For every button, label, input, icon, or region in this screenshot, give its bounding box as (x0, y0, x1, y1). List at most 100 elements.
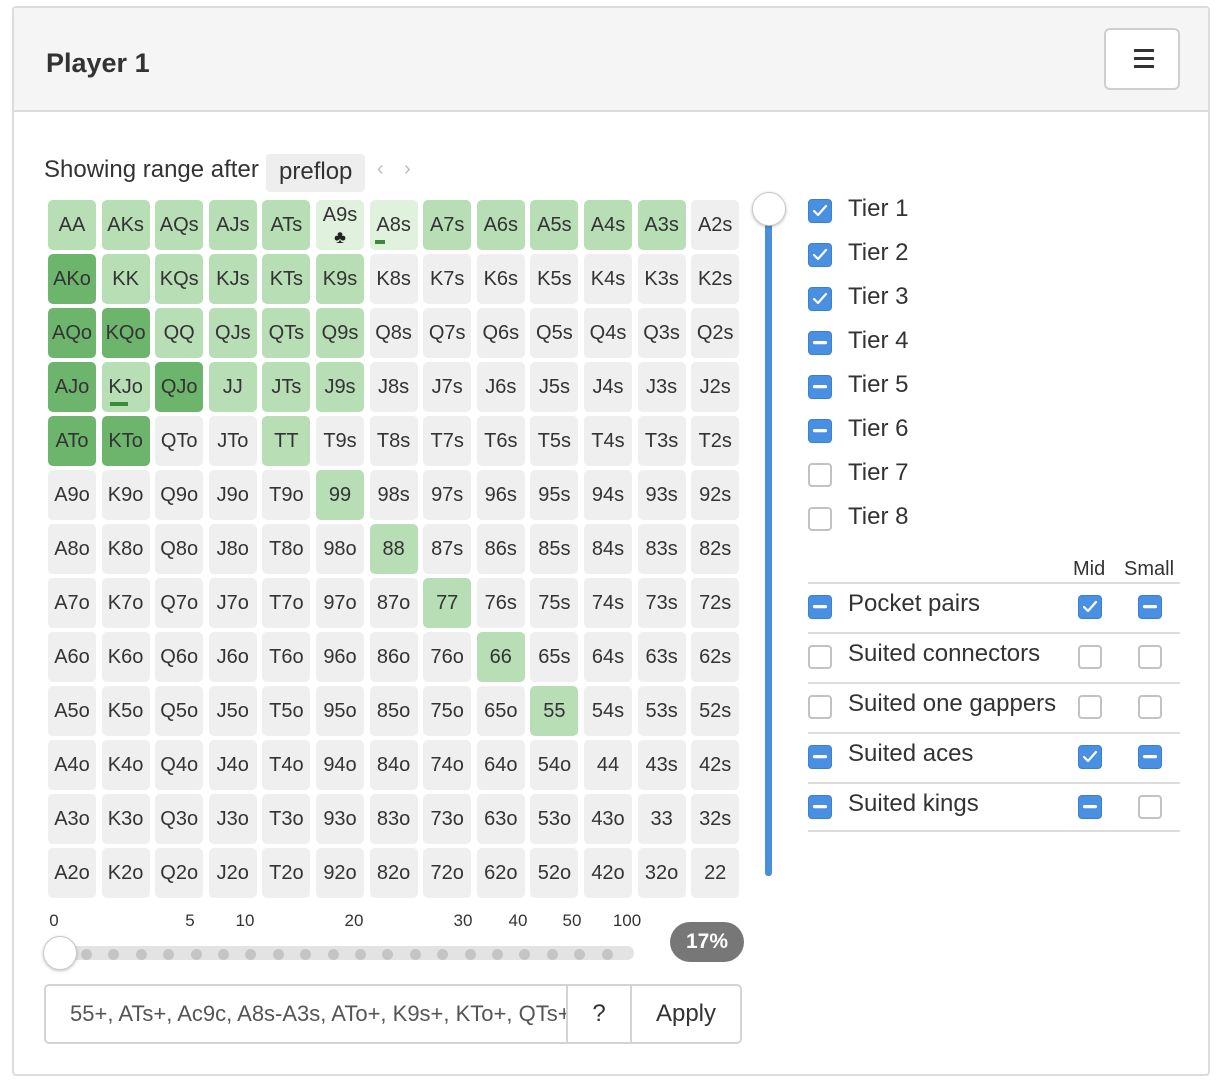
hand-cell[interactable]: Q5o (155, 686, 204, 736)
hand-group-checkbox[interactable] (808, 795, 832, 819)
hand-cell[interactable]: 22 (691, 848, 740, 898)
hand-cell[interactable]: 92o (316, 848, 364, 898)
hand-cell[interactable]: AKo (48, 254, 96, 304)
hand-cell[interactable]: 94o (316, 740, 364, 790)
apply-button[interactable]: Apply (630, 984, 742, 1044)
hand-cell[interactable]: J2s (691, 362, 740, 412)
mid-checkbox[interactable] (1078, 695, 1102, 719)
hand-cell[interactable]: T5s (530, 416, 579, 466)
hand-cell[interactable]: A2s (691, 200, 740, 250)
hand-cell[interactable]: K4s (584, 254, 632, 304)
hand-cell[interactable]: T4o (262, 740, 311, 790)
small-checkbox[interactable] (1138, 745, 1162, 769)
hand-cell[interactable]: T6s (476, 416, 525, 466)
range-text-input[interactable] (44, 984, 568, 1044)
hand-cell[interactable]: AA (48, 200, 96, 250)
hand-cell[interactable]: A3o (48, 794, 96, 844)
hand-cell[interactable]: T7o (262, 578, 311, 628)
hand-cell[interactable]: 43s (637, 740, 686, 790)
hand-cell[interactable]: A4s (584, 200, 632, 250)
hand-cell[interactable]: J3o (208, 794, 257, 844)
hand-cell[interactable]: A3s (637, 200, 686, 250)
hand-cell[interactable]: T6o (262, 632, 311, 682)
mid-checkbox[interactable] (1078, 745, 1102, 769)
hand-cell[interactable]: J2o (208, 848, 257, 898)
hand-cell[interactable]: K4o (101, 740, 150, 790)
hand-cell[interactable]: 54s (584, 686, 632, 736)
hand-cell[interactable]: 33 (637, 794, 686, 844)
hand-group-checkbox[interactable] (808, 695, 832, 719)
hand-cell[interactable]: 54o (530, 740, 579, 790)
hand-cell[interactable]: K9o (101, 470, 150, 520)
hand-cell[interactable]: A7o (48, 578, 96, 628)
help-button[interactable]: ? (566, 984, 632, 1044)
hand-cell[interactable]: K9s (316, 254, 364, 304)
hand-cell[interactable]: J9s (316, 362, 364, 412)
hand-cell[interactable]: QTs (262, 308, 311, 358)
hand-cell[interactable]: 86s (476, 524, 525, 574)
hand-cell[interactable]: A8s (369, 200, 418, 250)
hand-cell[interactable]: K2s (691, 254, 740, 304)
hand-cell[interactable]: J5o (208, 686, 257, 736)
hand-cell[interactable]: 84o (369, 740, 418, 790)
small-checkbox[interactable] (1138, 645, 1162, 669)
hand-cell[interactable]: A9o (48, 470, 96, 520)
hand-cell[interactable]: 85o (369, 686, 418, 736)
tier-checkbox[interactable] (808, 199, 832, 223)
hand-cell[interactable]: 32o (637, 848, 686, 898)
mid-checkbox[interactable] (1078, 645, 1102, 669)
hand-cell[interactable]: JTo (208, 416, 257, 466)
hand-cell[interactable]: A9s ♣ (316, 200, 364, 250)
hand-group-checkbox[interactable] (808, 645, 832, 669)
hand-cell[interactable]: T7s (423, 416, 472, 466)
hand-cell[interactable]: 93s (637, 470, 686, 520)
hand-cell[interactable]: Q3o (155, 794, 204, 844)
hand-cell[interactable]: A4o (48, 740, 96, 790)
hand-cell[interactable]: KQo (101, 308, 150, 358)
hand-cell[interactable]: J8o (208, 524, 257, 574)
hand-cell[interactable]: J7s (423, 362, 472, 412)
hand-cell[interactable]: 75s (530, 578, 579, 628)
hand-cell[interactable]: 74o (423, 740, 472, 790)
hand-cell[interactable]: AJs (208, 200, 257, 250)
tier-slider-track[interactable] (765, 206, 772, 876)
hand-cell[interactable]: 74s (584, 578, 632, 628)
hand-cell[interactable]: A6o (48, 632, 96, 682)
hand-cell[interactable]: 32s (691, 794, 740, 844)
hand-cell[interactable]: QQ (155, 308, 204, 358)
hand-cell[interactable]: 85s (530, 524, 579, 574)
hand-cell[interactable]: 96o (316, 632, 364, 682)
tier-checkbox[interactable] (808, 243, 832, 267)
hand-cell[interactable]: Q9o (155, 470, 204, 520)
chevron-right-icon[interactable]: › (404, 158, 411, 181)
small-checkbox[interactable] (1138, 795, 1162, 819)
hand-cell[interactable]: J6o (208, 632, 257, 682)
hand-cell[interactable]: J6s (476, 362, 525, 412)
hand-cell[interactable]: 63o (476, 794, 525, 844)
small-checkbox[interactable] (1138, 595, 1162, 619)
hand-cell[interactable]: 65o (476, 686, 525, 736)
hand-cell[interactable]: A5s (530, 200, 579, 250)
hand-cell[interactable]: 76o (423, 632, 472, 682)
hand-cell[interactable]: J7o (208, 578, 257, 628)
hand-cell[interactable]: 77 (423, 578, 472, 628)
hand-cell[interactable]: T8o (262, 524, 311, 574)
hand-cell[interactable]: QJo (155, 362, 204, 412)
chevron-left-icon[interactable]: ‹ (377, 158, 384, 181)
hand-cell[interactable]: KTs (262, 254, 311, 304)
menu-button[interactable] (1104, 28, 1180, 90)
hand-cell[interactable]: J4o (208, 740, 257, 790)
hand-cell[interactable]: KJs (208, 254, 257, 304)
hand-cell[interactable]: TT (262, 416, 311, 466)
hand-cell[interactable]: 73o (423, 794, 472, 844)
hand-cell[interactable]: T9s (316, 416, 364, 466)
hand-cell[interactable]: 42o (584, 848, 632, 898)
hand-cell[interactable]: 92s (691, 470, 740, 520)
hand-cell[interactable]: 63s (637, 632, 686, 682)
hand-cell[interactable]: A8o (48, 524, 96, 574)
hand-cell[interactable]: Q8o (155, 524, 204, 574)
hand-cell[interactable]: 86o (369, 632, 418, 682)
hand-cell[interactable]: 53o (530, 794, 579, 844)
mid-checkbox[interactable] (1078, 595, 1102, 619)
hand-cell[interactable]: K5o (101, 686, 150, 736)
